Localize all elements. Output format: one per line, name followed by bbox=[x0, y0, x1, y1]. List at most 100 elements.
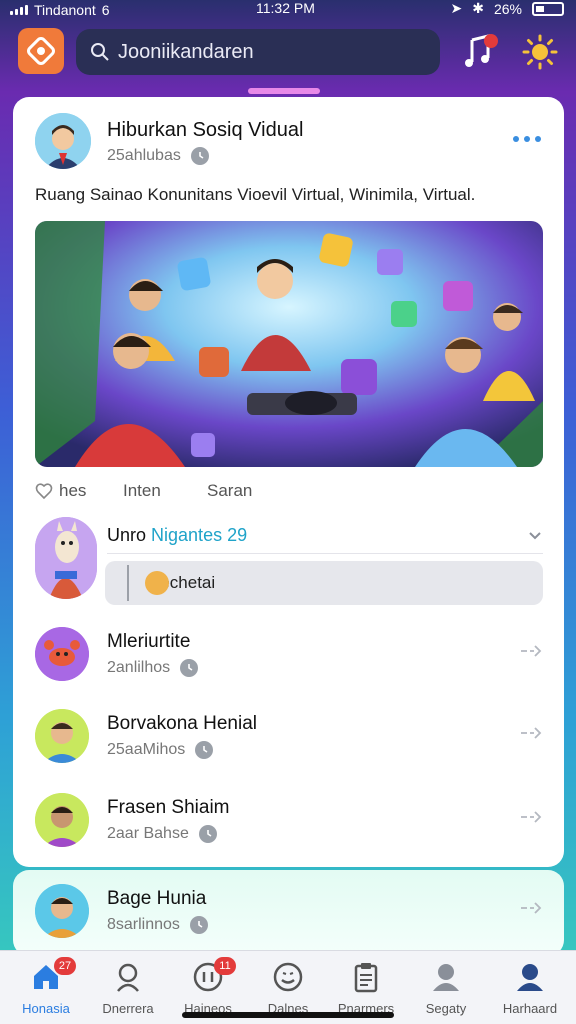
status-bar: Tindanont 6 11:32 PM ➤ ✱ 26% bbox=[0, 0, 576, 20]
llama-avatar-icon bbox=[35, 517, 97, 599]
theme-button[interactable] bbox=[522, 34, 558, 70]
contact-avatar bbox=[35, 627, 89, 681]
like-action[interactable]: hes bbox=[35, 481, 86, 501]
tab-label: Dnerrera bbox=[102, 1001, 154, 1016]
contact-meta: 2anlilhos bbox=[107, 659, 199, 677]
post-meta: 25ahlubas bbox=[107, 147, 209, 165]
tab-profile[interactable]: Segaty bbox=[410, 957, 482, 1017]
notification-dot bbox=[484, 34, 498, 48]
contact-time: 2aar Bahse bbox=[107, 825, 189, 842]
feed-card: Hiburkan Sosiq Vidual 25ahlubas Ruang Sa… bbox=[13, 97, 564, 867]
app-header: Jooniikandaren bbox=[0, 28, 576, 76]
tab-emoji[interactable]: Dalnes bbox=[252, 957, 324, 1017]
carrier-label: Tindanont bbox=[34, 2, 96, 18]
community-party-illustration bbox=[35, 221, 543, 467]
tab-home[interactable]: 27 Honasia bbox=[10, 957, 82, 1017]
group-title-highlight: Nigantes 29 bbox=[151, 525, 248, 545]
post-body-text: Ruang Sainao Konunitans Vioevil Virtual,… bbox=[35, 185, 476, 204]
list-card: Bage Hunia 8sarlinnos bbox=[13, 870, 564, 956]
group-title-prefix: Unro bbox=[107, 525, 147, 545]
clock-icon bbox=[180, 659, 199, 677]
clock-icon bbox=[190, 147, 209, 165]
contact-avatar bbox=[35, 709, 89, 763]
contact-meta: 25aaMihos bbox=[107, 741, 214, 759]
tab-account[interactable]: Harhaard bbox=[494, 957, 566, 1017]
share-action[interactable]: Saran bbox=[207, 481, 252, 501]
chevron-right-icon[interactable] bbox=[519, 900, 543, 916]
bluetooth-icon: ✱ bbox=[472, 0, 484, 16]
home-indicator bbox=[182, 1012, 394, 1018]
person-avatar-icon bbox=[35, 113, 91, 169]
notification-badge: 11 bbox=[214, 957, 236, 975]
chevron-right-icon[interactable] bbox=[519, 725, 543, 741]
more-options-icon[interactable] bbox=[513, 131, 545, 147]
chevron-down-icon[interactable] bbox=[527, 527, 543, 543]
smiley-icon bbox=[273, 962, 303, 992]
post-header: Hiburkan Sosiq Vidual 25ahlubas bbox=[35, 113, 545, 173]
crab-avatar-icon bbox=[35, 627, 89, 681]
battery-percent: 26% bbox=[493, 0, 522, 17]
comment-action[interactable]: Inten bbox=[123, 481, 161, 501]
contact-name: Bage Hunia bbox=[107, 888, 207, 909]
clock-icon bbox=[195, 741, 214, 759]
tab-search[interactable]: Dnerrera bbox=[92, 957, 164, 1017]
post-author-name[interactable]: Hiburkan Sosiq Vidual bbox=[107, 119, 303, 142]
contact-name: Borvakona Henial bbox=[107, 713, 257, 734]
list-item[interactable]: Bage Hunia 8sarlinnos bbox=[35, 884, 545, 948]
person-avatar-icon bbox=[35, 884, 89, 938]
chevron-right-icon[interactable] bbox=[519, 643, 543, 659]
group-thread[interactable]: Unro Nigantes 29 Sechetai bbox=[35, 515, 545, 607]
search-icon bbox=[91, 43, 109, 61]
search-text: Jooniikandaren bbox=[118, 40, 254, 63]
contact-avatar bbox=[35, 793, 89, 847]
contact-name: Mleriurtite bbox=[107, 631, 191, 652]
list-item[interactable]: Frasen Shiaim 2aar Bahse bbox=[35, 793, 545, 857]
comment-label: Inten bbox=[123, 481, 161, 500]
sun-icon bbox=[522, 34, 558, 70]
clock-icon bbox=[189, 916, 208, 934]
contact-time: 25aaMihos bbox=[107, 741, 186, 758]
signal-icon bbox=[10, 5, 28, 15]
contact-meta: 8sarlinnos bbox=[107, 916, 208, 934]
reply-preview[interactable]: Sechetai bbox=[105, 561, 543, 605]
logo-icon bbox=[27, 37, 55, 65]
like-icon bbox=[35, 483, 53, 500]
location-icon: ➤ bbox=[450, 0, 463, 16]
music-button[interactable] bbox=[462, 34, 498, 70]
battery-icon bbox=[532, 1, 564, 16]
share-label: Saran bbox=[207, 481, 253, 500]
tab-notes[interactable]: Pnarmers bbox=[330, 957, 402, 1017]
person-filled-icon bbox=[517, 964, 543, 991]
contact-time: 8sarlinnos bbox=[107, 916, 180, 933]
tab-messages[interactable]: 11 Haineos bbox=[172, 957, 244, 1017]
post-timestamp: 25ahlubas bbox=[107, 147, 181, 164]
divider bbox=[107, 553, 543, 554]
tab-label: Segaty bbox=[425, 1001, 467, 1016]
page-indicator bbox=[248, 88, 320, 94]
clock-time: 11:32 PM bbox=[256, 0, 315, 16]
like-label: hes bbox=[59, 481, 87, 500]
person-outline-icon bbox=[117, 963, 139, 992]
emoji-icon bbox=[145, 571, 169, 595]
contact-meta: 2aar Bahse bbox=[107, 825, 217, 843]
person-avatar-icon bbox=[35, 793, 89, 847]
contact-avatar bbox=[35, 884, 89, 938]
chevron-right-icon[interactable] bbox=[519, 809, 543, 825]
tab-label: Harhaard bbox=[502, 1001, 558, 1016]
post-image[interactable] bbox=[35, 221, 543, 467]
app-logo-button[interactable] bbox=[18, 28, 64, 74]
list-item[interactable]: Mleriurtite 2anlilhos bbox=[35, 627, 545, 691]
notification-badge: 27 bbox=[54, 957, 76, 975]
search-input[interactable]: Jooniikandaren bbox=[76, 29, 440, 75]
post-author-avatar[interactable] bbox=[35, 113, 91, 169]
group-title: Unro Nigantes 29 bbox=[107, 525, 247, 546]
contact-time: 2anlilhos bbox=[107, 659, 171, 676]
clipboard-icon bbox=[354, 963, 378, 993]
network-label: 6 bbox=[101, 2, 110, 18]
tab-label: Honasia bbox=[22, 1001, 70, 1016]
person-avatar-icon bbox=[35, 709, 89, 763]
quote-bar bbox=[127, 565, 129, 601]
contact-name: Frasen Shiaim bbox=[107, 797, 230, 818]
list-item[interactable]: Borvakona Henial 25aaMihos bbox=[35, 709, 545, 773]
group-avatar bbox=[35, 517, 97, 599]
